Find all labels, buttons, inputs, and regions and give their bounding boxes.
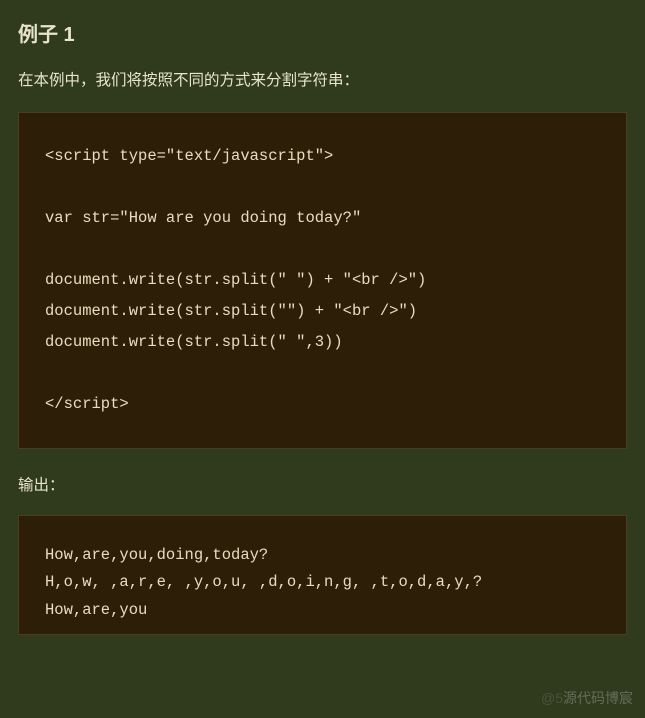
code-block: <script type="text/javascript"> var str=… xyxy=(18,112,627,449)
watermark-prefix: @5 xyxy=(541,690,563,706)
output-block: How,are,you,doing,today? H,o,w, ,a,r,e, … xyxy=(18,515,627,634)
article-section: 例子 1 在本例中，我们将按照不同的方式来分割字符串： <script type… xyxy=(0,0,645,635)
example-heading: 例子 1 xyxy=(18,18,627,47)
watermark: @5源代码博宸 xyxy=(541,688,633,708)
code-content: <script type="text/javascript"> var str=… xyxy=(45,141,600,420)
watermark-text: 源代码博宸 xyxy=(563,690,633,706)
output-label: 输出： xyxy=(18,473,627,495)
output-content: How,are,you,doing,today? H,o,w, ,a,r,e, … xyxy=(45,542,600,623)
example-intro: 在本例中，我们将按照不同的方式来分割字符串： xyxy=(18,69,627,92)
